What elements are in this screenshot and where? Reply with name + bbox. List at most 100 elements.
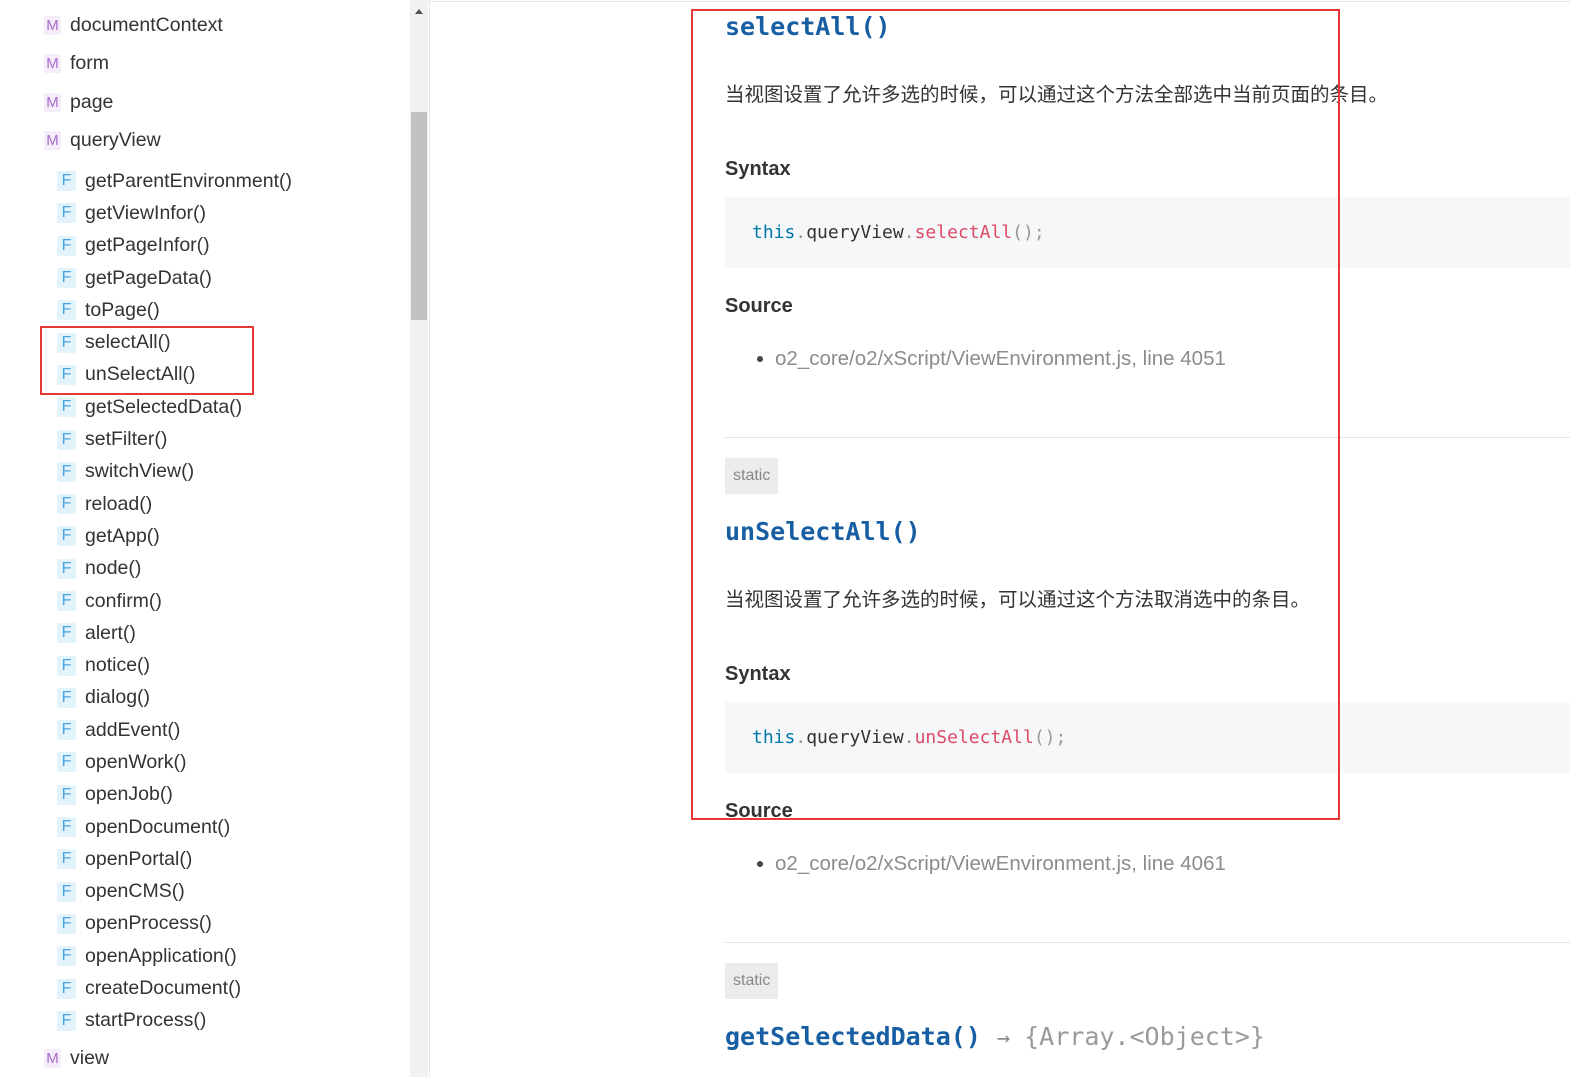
sidebar-item-label: startProcess() — [85, 1009, 207, 1032]
function-badge: F — [57, 623, 76, 644]
code-object: queryView — [806, 727, 904, 748]
doc-content: selectAll() 当视图设置了允许多选的时候，可以通过这个方法全部选中当前… — [430, 0, 1570, 1077]
sidebar-item-open-document[interactable]: F openDocument() — [0, 811, 410, 843]
source-list: o2_core/o2/xScript/ViewEnvironment.js, l… — [725, 345, 1570, 373]
sidebar-item-label: node() — [85, 557, 142, 580]
syntax-heading: Syntax — [725, 158, 791, 180]
sidebar-item-add-event[interactable]: F addEvent() — [0, 714, 410, 746]
sidebar-item-get-parent-environment[interactable]: F getParentEnvironment() — [0, 165, 410, 197]
sidebar-item-label: getPageData() — [85, 266, 212, 289]
sidebar-item-set-filter[interactable]: F setFilter() — [0, 423, 410, 455]
sidebar-item-page[interactable]: M page — [0, 83, 410, 122]
static-badge: static — [725, 458, 779, 494]
sidebar-item-label: openProcess() — [85, 912, 212, 935]
sidebar-item-query-view[interactable]: M queryView — [0, 122, 410, 161]
source-list: o2_core/o2/xScript/ViewEnvironment.js, l… — [725, 850, 1570, 878]
sidebar-item-label: alert() — [85, 621, 136, 644]
sidebar-item-get-page-data[interactable]: F getPageData() — [0, 262, 410, 294]
sidebar-item-form[interactable]: M form — [0, 45, 410, 84]
sidebar-item-label: queryView — [70, 129, 161, 152]
function-badge: F — [57, 655, 76, 676]
sidebar-item-confirm[interactable]: F confirm() — [0, 585, 410, 617]
module-badge: M — [44, 131, 61, 151]
function-badge: F — [57, 526, 76, 547]
sidebar-item-get-app[interactable]: F getApp() — [0, 520, 410, 552]
source-item: o2_core/o2/xScript/ViewEnvironment.js, l… — [725, 850, 1570, 878]
member-get-selected-data: static getSelectedData() → {Array.<Object>… — [725, 963, 1570, 1077]
member-title-row: getSelectedData() → {Array.<Object>} — [725, 1022, 1265, 1052]
function-badge: F — [57, 235, 76, 256]
sidebar-item-open-work[interactable]: F openWork() — [0, 746, 410, 778]
sidebar-item-document-context[interactable]: M documentContext — [0, 6, 410, 45]
code-keyword: this — [752, 727, 796, 748]
member-select-all: selectAll() 当视图设置了允许多选的时候，可以通过这个方法全部选中当前… — [725, 0, 1570, 443]
function-badge: F — [57, 171, 76, 192]
member-description: 当视图设置了允许多选的时候，可以通过这个方法取消选中的条目。 — [725, 589, 1311, 611]
sidebar-item-open-portal[interactable]: F openPortal() — [0, 843, 410, 875]
code-punctuation: . — [903, 222, 915, 243]
sidebar-item-get-selected-data[interactable]: F getSelectedData() — [0, 391, 410, 423]
code-line: this.queryView.selectAll(); — [752, 197, 1045, 268]
member-title: selectAll() — [725, 12, 891, 41]
sidebar-item-alert[interactable]: F alert() — [0, 617, 410, 649]
code-punctuation: . — [903, 727, 915, 748]
module-badge: M — [44, 15, 61, 35]
sidebar-item-label: selectAll() — [85, 331, 171, 354]
sidebar-item-notice[interactable]: F notice() — [0, 649, 410, 681]
source-item: o2_core/o2/xScript/ViewEnvironment.js, l… — [725, 345, 1570, 373]
function-badge: F — [57, 784, 76, 805]
source-link[interactable]: o2_core/o2/xScript/ViewEnvironment.js, l… — [775, 345, 1226, 373]
sidebar-item-select-all[interactable]: F selectAll() — [0, 326, 410, 358]
function-badge: F — [57, 300, 76, 321]
function-badge: F — [57, 946, 76, 967]
sidebar-item-label: getApp() — [85, 524, 160, 547]
member-title: unSelectAll() — [725, 517, 921, 546]
function-badge: F — [57, 1010, 76, 1031]
function-badge: F — [57, 332, 76, 353]
sidebar-item-label: documentContext — [70, 13, 223, 36]
sidebar-item-label: addEvent() — [85, 718, 181, 741]
sidebar-item-open-job[interactable]: F openJob() — [0, 779, 410, 811]
sidebar-item-label: confirm() — [85, 589, 162, 612]
section-divider — [725, 437, 1570, 438]
function-badge: F — [57, 591, 76, 611]
function-badge: F — [57, 364, 76, 385]
member-title: getSelectedData() — [725, 1022, 981, 1051]
sidebar-item-open-process[interactable]: F openProcess() — [0, 908, 410, 940]
function-badge: F — [57, 494, 76, 515]
sidebar-item-to-page[interactable]: F toPage() — [0, 294, 410, 326]
sidebar-scrollbar[interactable] — [410, 0, 428, 1077]
sidebar-item-dialog[interactable]: F dialog() — [0, 682, 410, 714]
bullet-icon — [757, 861, 763, 867]
code-punctuation: . — [795, 222, 807, 243]
sidebar-item-label: notice() — [85, 654, 151, 677]
sidebar-item-view[interactable]: M view — [0, 1039, 410, 1077]
sidebar-item-reload[interactable]: F reload() — [0, 488, 410, 520]
sidebar-item-open-cms[interactable]: F openCMS() — [0, 876, 410, 908]
sidebar-item-label: getSelectedData() — [85, 395, 243, 418]
sidebar-item-create-document[interactable]: F createDocument() — [0, 972, 410, 1004]
syntax-heading: Syntax — [725, 663, 791, 685]
sidebar-item-switch-view[interactable]: F switchView() — [0, 456, 410, 488]
sidebar-item-start-process[interactable]: F startProcess() — [0, 1005, 410, 1037]
scroll-up-button[interactable] — [410, 0, 428, 18]
source-heading: Source — [725, 800, 793, 822]
function-badge: F — [57, 881, 76, 902]
code-punctuation: . — [795, 727, 807, 748]
sidebar-item-get-view-infor[interactable]: F getViewInfor() — [0, 197, 410, 229]
sidebar-item-node[interactable]: F node() — [0, 553, 410, 585]
sidebar-item-open-application[interactable]: F openApplication() — [0, 940, 410, 972]
source-heading: Source — [725, 295, 793, 317]
sidebar-item-un-select-all[interactable]: F unSelectAll() — [0, 359, 410, 391]
member-description: 当视图设置了允许多选的时候，可以通过这个方法全部选中当前页面的条目。 — [725, 84, 1389, 106]
module-badge: M — [44, 1048, 61, 1068]
scrollbar-thumb[interactable] — [411, 112, 427, 320]
module-badge: M — [44, 92, 61, 112]
sidebar-group-query-view: M queryView F getParentEnvironment() F g… — [0, 122, 410, 1038]
sidebar-item-get-page-infor[interactable]: F getPageInfor() — [0, 230, 410, 262]
sidebar-item-label: getViewInfor() — [85, 201, 207, 224]
source-link[interactable]: o2_core/o2/xScript/ViewEnvironment.js, l… — [775, 850, 1226, 878]
code-block: this.queryView.unSelectAll(); — [725, 702, 1570, 773]
code-line: this.queryView.unSelectAll(); — [752, 702, 1066, 773]
sidebar-nav: M documentContext M form M page M queryV… — [0, 0, 410, 1077]
